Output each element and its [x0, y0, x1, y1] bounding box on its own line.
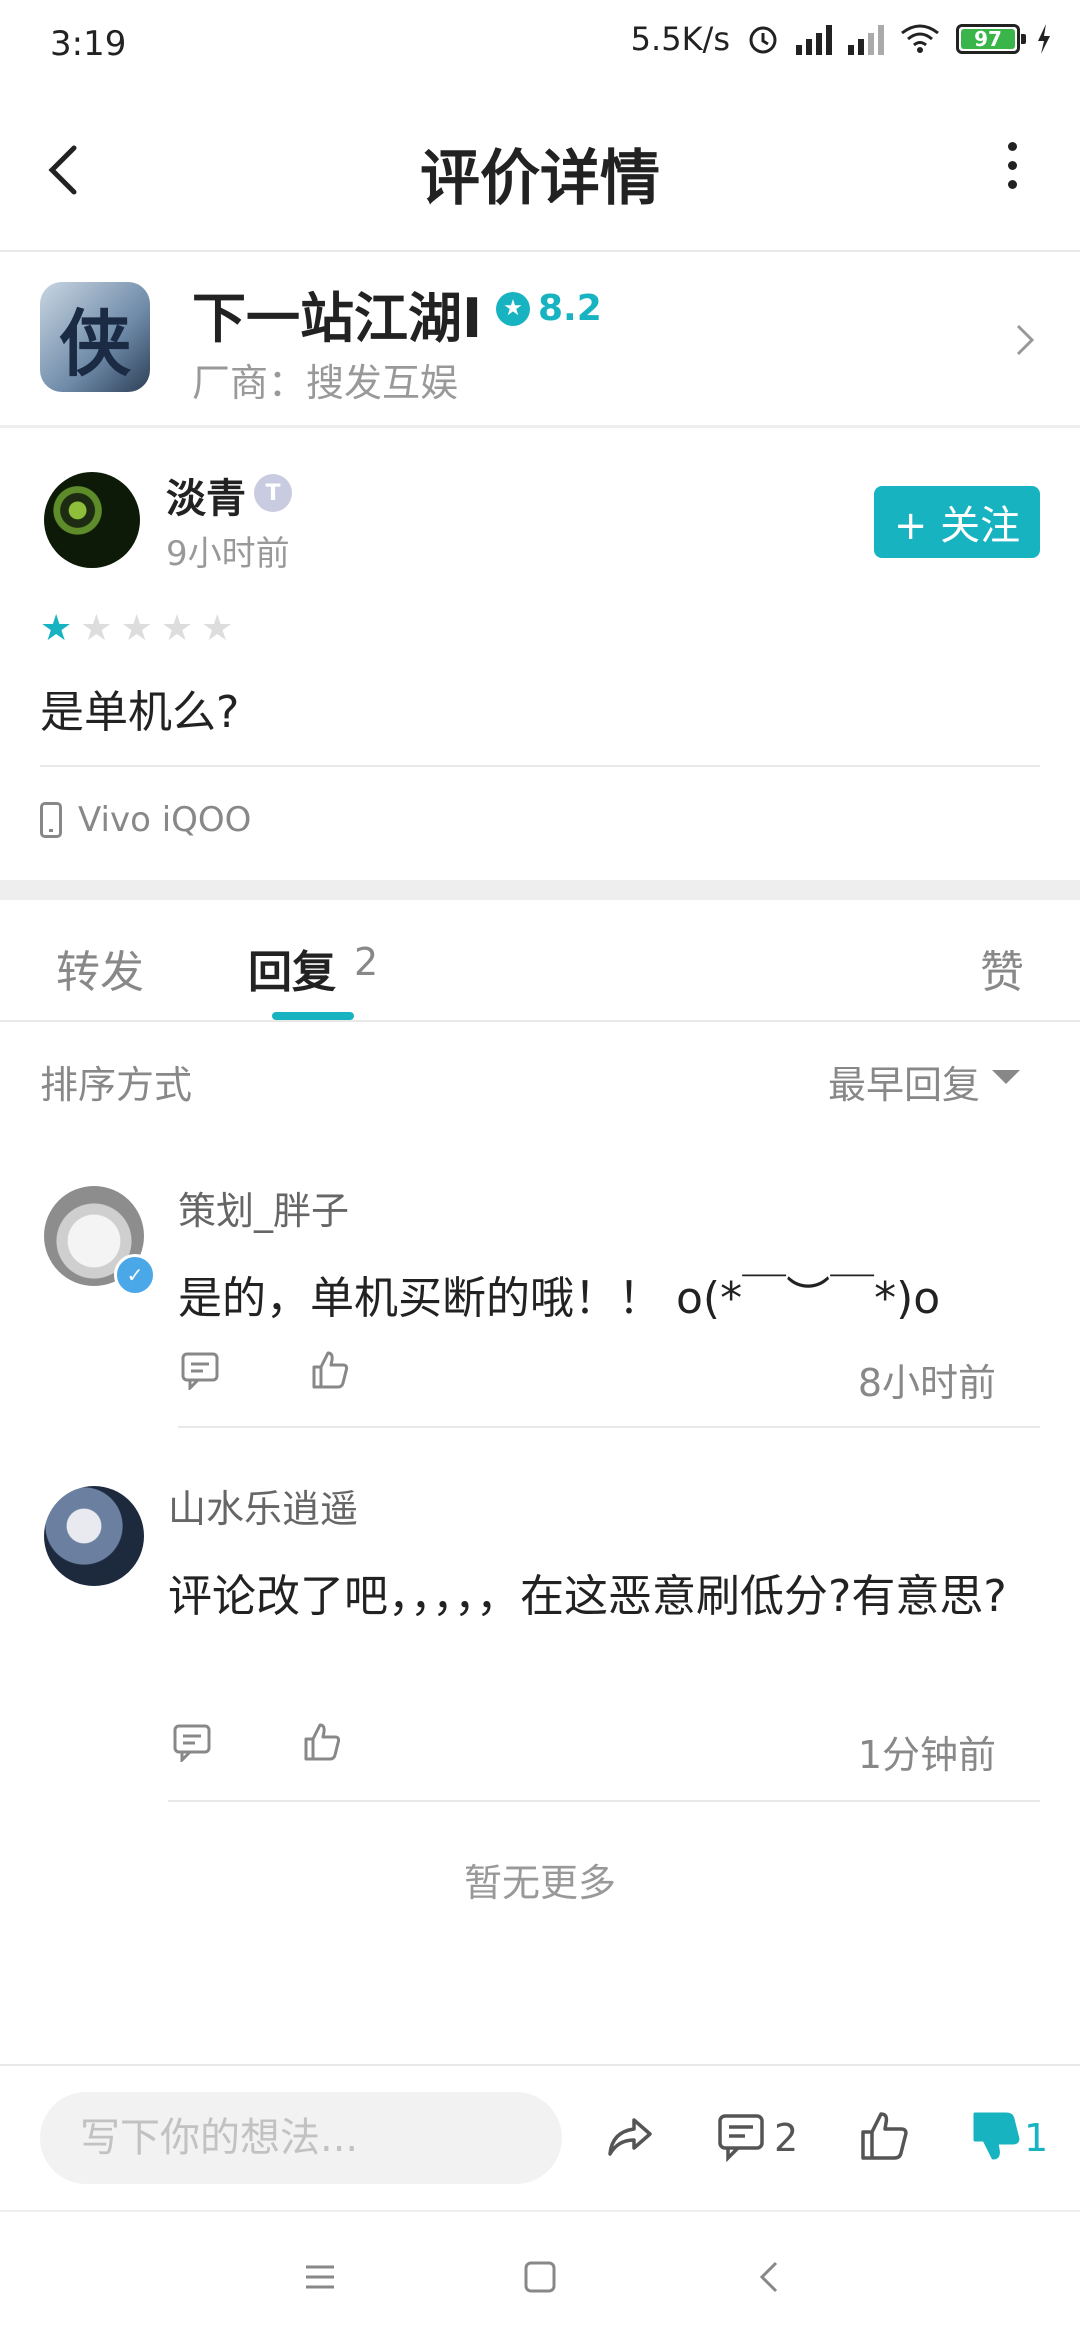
comment-count: 2 [774, 2116, 799, 2160]
net-speed: 5.5K/s [630, 20, 730, 58]
review-text: 是单机么? [40, 687, 240, 738]
thumbs-up-icon[interactable] [302, 1722, 342, 1762]
comment-time: 1分钟前 [857, 1733, 996, 1777]
device-name: Vivo iQOO [78, 800, 252, 840]
phone-icon [40, 802, 62, 838]
comment-text: 是的，单机买断的哦！！ o(*￣︶￣*)o [178, 1273, 941, 1324]
chevron-right-icon [1016, 324, 1035, 356]
game-name: 下一站江湖Ⅰ [192, 287, 483, 350]
battery-icon: 97 [956, 24, 1026, 54]
game-score: ★ 8.2 [496, 288, 602, 329]
follow-button[interactable]: + 关注 [874, 486, 1040, 558]
star-icon: ★ [80, 608, 113, 649]
thumbs-up-icon[interactable] [310, 1350, 350, 1390]
header: 评价详情 [0, 90, 1080, 252]
comment-time: 8小时前 [857, 1361, 996, 1405]
signal-hd-icon [796, 23, 832, 55]
comment-icon[interactable] [716, 2110, 768, 2162]
system-nav-bar [0, 2210, 1080, 2342]
game-info-row[interactable]: 侠 下一站江湖Ⅰ ★ 8.2 厂商：搜发互娱 [0, 250, 1080, 428]
game-icon: 侠 [40, 282, 150, 392]
charging-icon [1038, 24, 1050, 54]
thumbs-down-icon[interactable] [970, 2110, 1022, 2162]
divider [168, 1800, 1040, 1802]
tab-bar: 转发 回复 2 赞 [0, 900, 1080, 1022]
star-icon: ★ [201, 608, 234, 649]
star-icon: ★ [40, 608, 73, 649]
no-more-label: 暂无更多 [463, 1861, 616, 1905]
commenter-avatar[interactable] [44, 1486, 144, 1586]
commenter-name[interactable]: 山水乐逍遥 [168, 1478, 358, 1533]
home-icon[interactable] [520, 2257, 560, 2297]
active-tab-indicator [272, 1012, 354, 1020]
dislike-count: 1 [1024, 2116, 1049, 2160]
author-avatar[interactable] [44, 472, 140, 568]
divider [40, 765, 1040, 767]
reply-icon[interactable] [180, 1350, 220, 1390]
rating-star-icon: ★ [496, 291, 530, 326]
wifi-icon [901, 24, 939, 53]
author-name[interactable]: 淡青 [166, 466, 246, 524]
score-value: 8.2 [538, 288, 602, 329]
thumbs-up-icon[interactable] [858, 2110, 910, 2162]
menu-icon[interactable] [300, 2257, 340, 2297]
tab-repost[interactable]: 转发 [56, 936, 144, 1000]
tab-reply[interactable]: 回复 [248, 936, 336, 1000]
status-time: 3:19 [50, 24, 127, 64]
game-icon-glyph: 侠 [58, 300, 131, 386]
star-icon: ★ [120, 608, 153, 649]
review-time: 9小时前 [166, 534, 290, 574]
back-nav-icon[interactable] [750, 2257, 790, 2297]
page-title: 评价详情 [420, 144, 660, 214]
section-separator [0, 880, 1080, 900]
status-icons: 5.5K/s 97 [631, 20, 1052, 58]
caret-down-icon[interactable] [992, 1070, 1020, 1084]
signal-icon [848, 23, 884, 55]
star-icon: ★ [160, 608, 194, 649]
comment-text: 评论改了吧，，，，，在这恶意刷低分?有意思? [168, 1571, 1007, 1622]
level-badge: T [254, 474, 292, 512]
bottom-action-bar: 2 1 [0, 2064, 1080, 2212]
sort-label: 排序方式 [40, 1063, 193, 1107]
status-bar: 3:19 5.5K/s 97 [0, 0, 1080, 90]
reply-count: 2 [354, 940, 379, 984]
verified-icon: ✓ [114, 1254, 156, 1296]
alarm-icon [749, 26, 777, 54]
sort-dropdown[interactable]: 最早回复 [828, 1054, 980, 1109]
share-icon[interactable] [604, 2110, 656, 2162]
tab-like[interactable]: 赞 [980, 936, 1024, 1000]
reply-icon[interactable] [172, 1722, 212, 1762]
battery-level: 97 [974, 27, 1002, 51]
divider [178, 1426, 1040, 1428]
comment-input[interactable] [40, 2092, 562, 2184]
device-info: Vivo iQOO [40, 800, 251, 840]
game-vendor: 厂商：搜发互娱 [192, 361, 459, 405]
commenter-name[interactable]: 策划_胖子 [178, 1180, 349, 1235]
rating-stars: ★ ★ ★ ★ ★ [40, 608, 233, 649]
more-options-icon[interactable] [1008, 142, 1024, 189]
